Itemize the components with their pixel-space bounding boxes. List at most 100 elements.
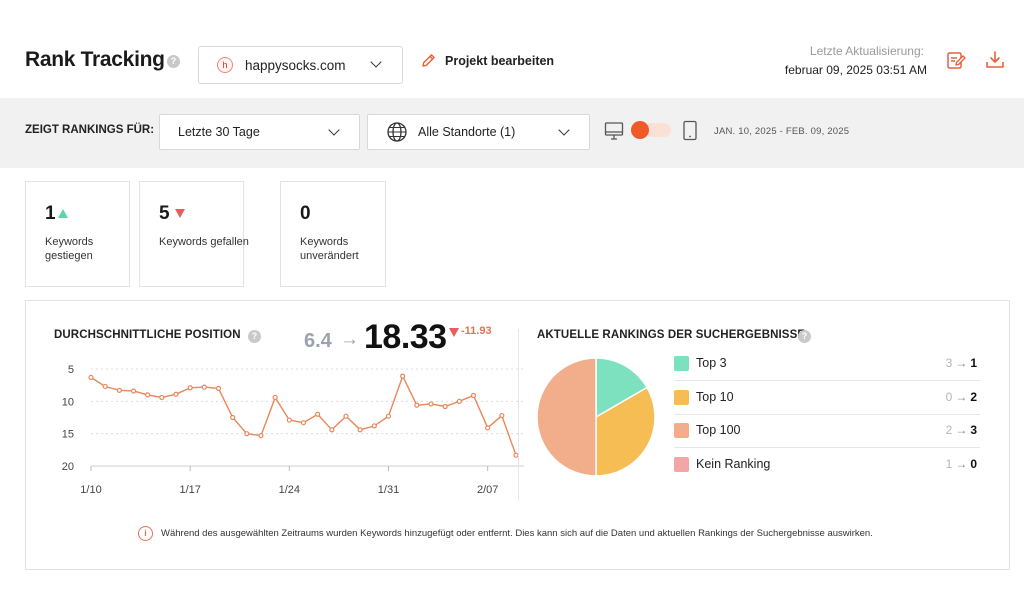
- legend-swatch: [674, 423, 689, 438]
- stat-value: 5: [159, 203, 170, 224]
- arrow-down-icon: [175, 209, 185, 218]
- serp-legend-row: Top 10 0 → 2: [674, 381, 980, 415]
- section-divider: [518, 329, 519, 501]
- serp-legend-row: Top 100 2 → 3: [674, 414, 980, 448]
- data-point: [329, 427, 335, 433]
- data-point: [230, 414, 236, 421]
- y-tick-label: 20: [62, 461, 74, 473]
- data-point: [300, 420, 307, 426]
- arrow-up-icon: [58, 209, 68, 218]
- stat-card-unchanged: 0 Keywords unverändert: [280, 181, 386, 287]
- data-point: [343, 413, 349, 419]
- legend-values: 1 → 0: [946, 457, 977, 471]
- arrow-right-icon: →: [340, 329, 359, 350]
- position-delta: -11.93: [461, 325, 492, 337]
- edit-report-icon[interactable]: [946, 50, 966, 70]
- stat-label: Keywords gestiegen: [45, 236, 94, 262]
- help-icon[interactable]: ?: [248, 330, 261, 343]
- edit-project-button[interactable]: Projekt bearbeiten: [420, 52, 554, 69]
- chevron-down-icon: [558, 124, 570, 136]
- arrow-right-icon: →: [955, 356, 968, 370]
- mobile-icon[interactable]: [682, 120, 698, 142]
- data-point: [116, 387, 122, 393]
- chevron-down-icon: [370, 56, 382, 68]
- data-point: [187, 385, 193, 391]
- y-tick-label: 5: [68, 364, 74, 376]
- legend-old-value: 1: [945, 457, 953, 471]
- data-point: [286, 417, 292, 423]
- data-point: [315, 411, 321, 417]
- x-tick-label: 1/17: [179, 484, 200, 496]
- legend-swatch: [674, 390, 689, 405]
- legend-old-value: 3: [945, 356, 953, 370]
- desktop-icon[interactable]: [604, 121, 624, 141]
- legend-old-value: 0: [945, 390, 953, 404]
- location-value: Alle Standorte (1): [418, 125, 516, 139]
- legend-values: 2 → 3: [946, 423, 977, 437]
- legend-name: Top 10: [696, 390, 734, 404]
- x-tick-label: 1/10: [80, 484, 101, 496]
- pencil-icon: [422, 54, 435, 67]
- previous-position: 6.4: [304, 330, 332, 352]
- period-select[interactable]: Letzte 30 Tage: [159, 114, 360, 150]
- filter-label: ZEIGT RANKINGS FÜR:: [25, 124, 155, 136]
- data-point: [215, 385, 222, 392]
- data-point: [371, 423, 377, 429]
- page-title: Rank Tracking: [25, 48, 165, 71]
- legend-name: Top 3: [696, 356, 727, 370]
- stat-label: Keywords unverändert: [300, 236, 359, 262]
- data-point: [485, 425, 491, 431]
- globe-icon: [387, 122, 407, 142]
- avg-position-title: DURCHSCHNITTLICHE POSITION: [54, 329, 241, 341]
- legend-name: Top 100: [696, 423, 741, 437]
- info-icon: i: [138, 526, 153, 541]
- data-point: [400, 373, 406, 379]
- data-point: [258, 433, 264, 439]
- legend-new-value: 3: [970, 423, 977, 437]
- avg-position-series-line: [90, 374, 517, 456]
- help-icon[interactable]: ?: [167, 55, 180, 68]
- stat-card-up: 1 Keywords gestiegen: [25, 181, 130, 287]
- date-range: JAN. 10, 2025 - FEB. 09, 2025: [714, 126, 850, 137]
- domain-select[interactable]: h happysocks.com: [198, 46, 403, 84]
- period-value: Letzte 30 Tage: [178, 125, 260, 139]
- serp-rankings-title: AKTUELLE RANKINGS DER SUCHERGEBNISSE: [537, 329, 806, 341]
- legend-old-value: 2: [945, 423, 953, 437]
- stat-value: 0: [300, 203, 311, 224]
- x-tick-label: 1/24: [279, 484, 300, 496]
- data-point: [130, 388, 137, 394]
- download-icon[interactable]: [985, 50, 1005, 70]
- legend-new-value: 2: [970, 390, 977, 404]
- domain-name: happysocks.com: [245, 57, 346, 73]
- legend-name: Kein Ranking: [696, 457, 771, 471]
- data-point: [385, 413, 392, 419]
- arrow-right-icon: →: [955, 457, 968, 471]
- arrow-right-icon: →: [955, 390, 968, 404]
- data-point: [173, 391, 179, 397]
- help-icon[interactable]: ?: [798, 330, 811, 343]
- legend-swatch: [674, 457, 689, 472]
- data-point: [145, 392, 151, 398]
- rankings-panel: DURCHSCHNITTLICHE POSITION ? 6.4 → 18.33…: [25, 300, 1010, 570]
- data-point: [414, 402, 420, 408]
- arrow-down-icon: [449, 328, 459, 337]
- arrow-right-icon: →: [955, 423, 968, 437]
- device-toggle[interactable]: [631, 121, 671, 139]
- legend-swatch: [674, 356, 689, 371]
- stat-value: 1: [45, 203, 56, 224]
- serp-legend-row: Top 3 3 → 1: [674, 347, 980, 381]
- pie-slice: [536, 357, 597, 477]
- data-point: [102, 383, 108, 390]
- legend-values: 3 → 1: [946, 356, 977, 370]
- data-point: [244, 431, 250, 437]
- data-point: [272, 394, 278, 401]
- location-select[interactable]: Alle Standorte (1): [367, 114, 590, 150]
- data-point: [470, 392, 477, 399]
- rank-tracking-page: Rank Tracking ? h happysocks.com Projekt…: [0, 0, 1024, 599]
- current-position: 18.33: [364, 318, 447, 356]
- x-tick-label: 2/07: [477, 484, 498, 496]
- data-point: [159, 394, 165, 401]
- serp-legend-row: Kein Ranking 1 → 0: [674, 448, 980, 482]
- y-tick-label: 10: [62, 396, 74, 408]
- data-point: [456, 398, 462, 404]
